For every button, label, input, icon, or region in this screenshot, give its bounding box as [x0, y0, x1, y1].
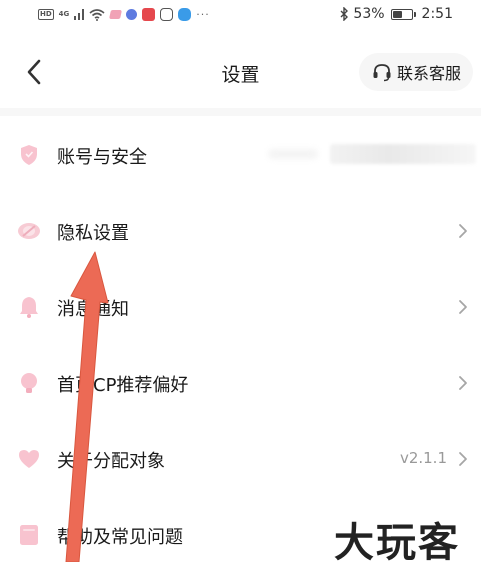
redacted-account-hint: [268, 149, 318, 159]
settings-item-label: 首页CP推荐偏好: [57, 375, 189, 396]
signal-icon: [74, 9, 85, 20]
status-bar-left: HD 4G ···: [38, 8, 210, 21]
chevron-right-icon: [459, 376, 467, 390]
app-notification-icon-2: [126, 9, 138, 20]
app-notification-icon-4: [160, 8, 174, 21]
help-book-icon: [20, 525, 38, 545]
lightbulb-icon: [21, 373, 37, 393]
headset-icon: [373, 64, 391, 82]
settings-item-label: 帮助及常见问题: [57, 527, 183, 548]
settings-item-label: 账号与安全: [57, 147, 147, 168]
contact-customer-service-button[interactable]: 联系客服: [359, 53, 473, 91]
settings-item-account-security[interactable]: 账号与安全: [0, 116, 481, 192]
network-4g-label: 4G: [58, 10, 70, 18]
app-notification-icon-3: [142, 8, 156, 21]
chevron-left-icon: [27, 59, 41, 85]
wifi-icon: [89, 8, 105, 21]
settings-item-label: 关于分配对象: [57, 451, 165, 472]
watermark-logo: 大玩客: [333, 519, 460, 562]
redacted-account-value: [330, 144, 476, 164]
chevron-right-icon: [459, 224, 467, 238]
settings-item-privacy[interactable]: 隐私设置: [0, 192, 481, 268]
shield-icon: [21, 145, 37, 165]
clock-time: 2:51: [421, 6, 453, 22]
settings-list: 账号与安全 隐私设置 消息通知 首页CP推荐偏好 关于分配对象 v2.1.1 帮…: [0, 116, 481, 562]
settings-item-notifications[interactable]: 消息通知: [0, 268, 481, 344]
heart-icon: [19, 450, 39, 468]
bell-icon: [20, 297, 38, 318]
hd-badge: HD: [38, 9, 54, 20]
app-notification-icon-5: [178, 8, 192, 21]
privacy-icon: [18, 223, 40, 239]
battery-level-fill: [392, 10, 402, 18]
settings-item-label: 消息通知: [57, 299, 129, 320]
navigation-bar: 设置 联系客服: [0, 45, 481, 105]
chevron-right-icon: [459, 452, 467, 466]
chevron-right-icon: [459, 300, 467, 314]
settings-item-label: 隐私设置: [57, 223, 129, 244]
bluetooth-icon: [340, 7, 349, 21]
status-bar-right: 53% 2:51: [340, 6, 453, 22]
status-bar: HD 4G ··· 53% 2:51: [0, 0, 481, 34]
battery-percent: 53%: [353, 6, 385, 22]
section-divider: [0, 108, 481, 116]
settings-item-homepage-cp-preference[interactable]: 首页CP推荐偏好: [0, 344, 481, 420]
app-notification-icon-1: [109, 10, 123, 19]
app-version: v2.1.1: [399, 449, 447, 467]
settings-item-about[interactable]: 关于分配对象 v2.1.1: [0, 420, 481, 496]
battery-icon: [390, 8, 416, 20]
customer-service-label: 联系客服: [396, 64, 461, 83]
more-notifications-indicator: ···: [196, 8, 210, 21]
back-button[interactable]: [20, 57, 50, 87]
